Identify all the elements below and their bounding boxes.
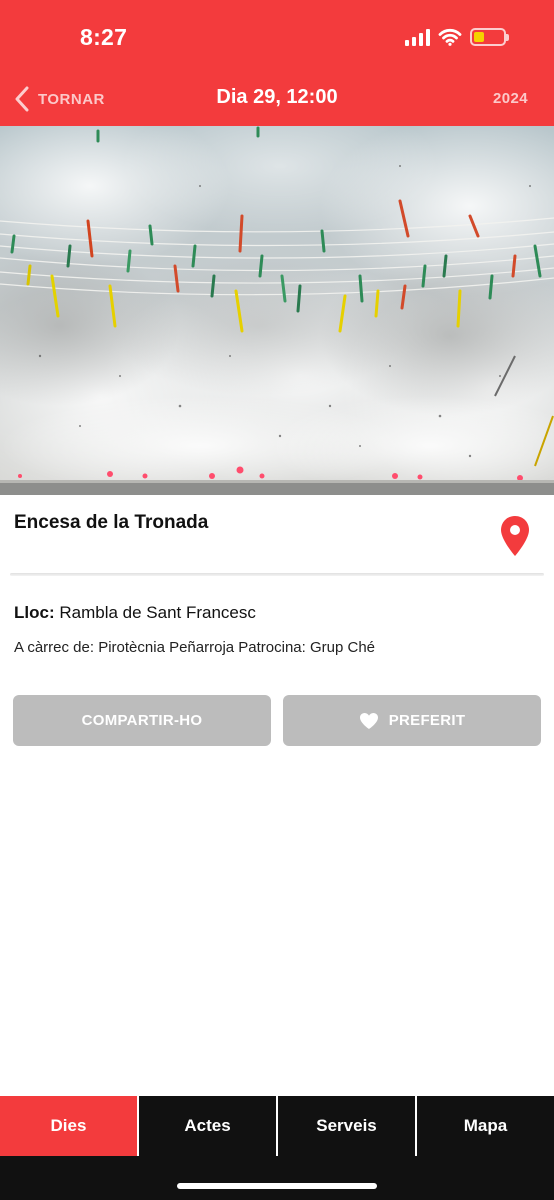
share-button-label: COMPARTIR-HO xyxy=(81,712,203,729)
home-area xyxy=(0,1156,554,1200)
event-title: Encesa de la Tronada xyxy=(14,512,209,533)
tab-label: Serveis xyxy=(316,1116,377,1135)
app-header: 8:27 TORNAR Dia 29, 12:00 2024 xyxy=(0,0,554,126)
bottom-tab-bar: Dies Actes Serveis Mapa xyxy=(0,1096,554,1156)
tab-actes[interactable]: Actes xyxy=(137,1096,276,1156)
page-title: Dia 29, 12:00 xyxy=(216,86,338,108)
signal-icon xyxy=(405,28,430,46)
year-label: 2024 xyxy=(493,90,528,107)
divider xyxy=(10,573,544,576)
heart-icon xyxy=(359,712,378,729)
wifi-icon xyxy=(438,28,462,46)
status-time: 8:27 xyxy=(80,24,128,50)
tab-mapa[interactable]: Mapa xyxy=(415,1096,554,1156)
place-label: Lloc: xyxy=(14,603,55,622)
tab-label: Mapa xyxy=(463,1116,508,1135)
favorite-button-label: PREFERIT xyxy=(388,712,466,729)
tab-serveis[interactable]: Serveis xyxy=(276,1096,415,1156)
share-button[interactable]: COMPARTIR-HO xyxy=(13,695,271,746)
status-icons xyxy=(405,25,509,49)
tab-label: Actes xyxy=(184,1116,231,1135)
tab-dies[interactable]: Dies xyxy=(0,1096,137,1156)
tab-label: Dies xyxy=(50,1116,87,1135)
event-place: Lloc: Rambla de Sant Francesc xyxy=(14,603,256,623)
event-organizer: A càrrec de: Pirotècnia Peñarroja Patroc… xyxy=(14,639,376,656)
place-value: Rambla de Sant Francesc xyxy=(59,603,256,622)
home-indicator[interactable] xyxy=(177,1183,377,1189)
event-photo xyxy=(0,126,554,495)
battery-low-icon xyxy=(470,28,509,46)
location-pin-icon[interactable] xyxy=(500,515,530,562)
favorite-button[interactable]: PREFERIT xyxy=(283,695,541,746)
